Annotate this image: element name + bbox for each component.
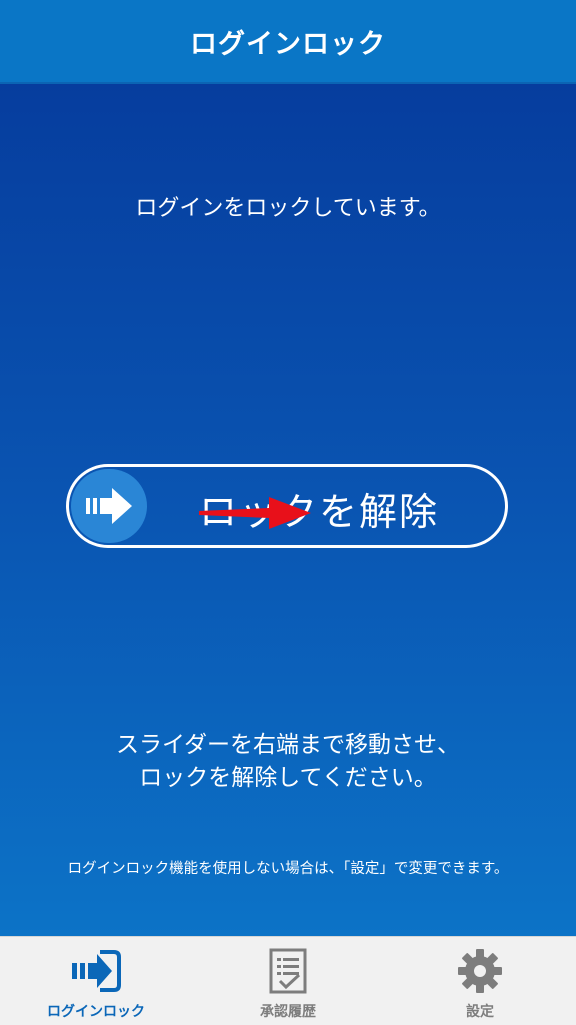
main-content: ログインをロックしています。 ロックを解除 スライダーを右端まで移動させ、 ロッ… [0, 84, 576, 936]
settings-footnote: ログインロック機能を使用しない場合は、「設定」で変更できます。 [67, 861, 509, 877]
gear-icon [458, 949, 502, 993]
tab-bar: ログインロック 承認履歴 設定 [0, 936, 576, 1025]
tab-label-approval-history: 承認履歴 [260, 1004, 316, 1020]
tab-label-login-lock: ログインロック [47, 1004, 145, 1020]
instructions-line-2: ロックを解除してください。 [139, 765, 437, 791]
login-lock-icon [72, 950, 121, 992]
app-header: ログインロック [0, 0, 576, 84]
tab-approval-history[interactable]: 承認履歴 [192, 937, 384, 1025]
lock-status-message: ログインをロックしています。 [135, 196, 441, 221]
tab-settings[interactable]: 設定 [384, 937, 576, 1025]
tab-login-lock[interactable]: ログインロック [0, 937, 192, 1025]
red-arrow-annotation [199, 497, 311, 529]
tab-label-settings: 設定 [466, 1004, 494, 1020]
unlock-slider[interactable]: ロックを解除 [66, 464, 508, 548]
arrow-right-icon [86, 488, 132, 524]
unlock-instructions: スライダーを右端まで移動させ、 ロックを解除してください。 [0, 729, 576, 795]
document-check-icon [269, 948, 307, 994]
instructions-line-1: スライダーを右端まで移動させ、 [115, 732, 461, 758]
page-title: ログインロック [190, 28, 386, 60]
slider-knob[interactable] [71, 469, 147, 543]
